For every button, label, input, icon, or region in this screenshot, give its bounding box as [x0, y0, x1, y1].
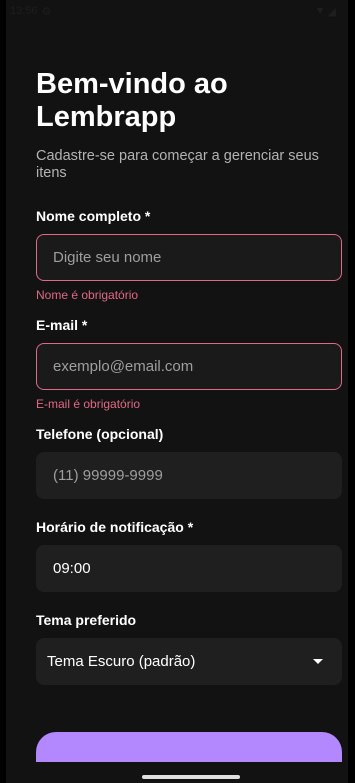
settings-icon: ⚙ — [41, 5, 52, 18]
email-placeholder: exemplo@email.com — [53, 358, 194, 375]
phone-placeholder: (11) 99999-9999 — [53, 467, 163, 484]
time-label: Horário de notificação * — [36, 519, 194, 535]
name-label: Nome completo * — [36, 208, 151, 224]
submit-button[interactable] — [36, 732, 342, 762]
name-placeholder: Digite seu nome — [53, 249, 162, 266]
wifi-icon: ▼ — [314, 5, 326, 17]
theme-label: Tema preferido — [36, 612, 137, 628]
email-field[interactable]: exemplo@email.com — [36, 343, 342, 390]
status-bar: 13:56 ⚙ ▼ ◢ — [6, 0, 348, 22]
name-field[interactable]: Digite seu nome — [36, 234, 342, 281]
signup-form: Bem-vindo ao Lembrapp Cadastre-se para c… — [6, 68, 348, 685]
gesture-navigation-handle[interactable] — [142, 775, 240, 779]
name-error: Nome é obrigatório — [36, 288, 139, 302]
email-error: E-mail é obrigatório — [36, 397, 141, 411]
signup-screen: 13:56 ⚙ ▼ ◢ Bem-vindo ao Lembrapp Cadast… — [6, 0, 348, 783]
time-field[interactable]: 09:00 — [36, 545, 342, 592]
theme-select[interactable]: Tema Escuro (padrão) — [36, 638, 342, 685]
phone-label: Telefone (opcional) — [36, 426, 164, 442]
phone-field[interactable]: (11) 99999-9999 — [36, 452, 342, 499]
theme-selected-value: Tema Escuro (padrão) — [47, 653, 196, 670]
signal-icon: ◢ — [327, 5, 336, 18]
page-subtitle: Cadastre-se para começar a gerenciar seu… — [36, 148, 319, 181]
time-value: 09:00 — [53, 560, 91, 577]
status-time: 13:56 — [10, 5, 38, 17]
dropdown-caret-icon — [313, 659, 323, 664]
page-title: Bem-vindo ao Lembrapp — [36, 68, 228, 133]
email-label: E-mail * — [36, 317, 88, 333]
